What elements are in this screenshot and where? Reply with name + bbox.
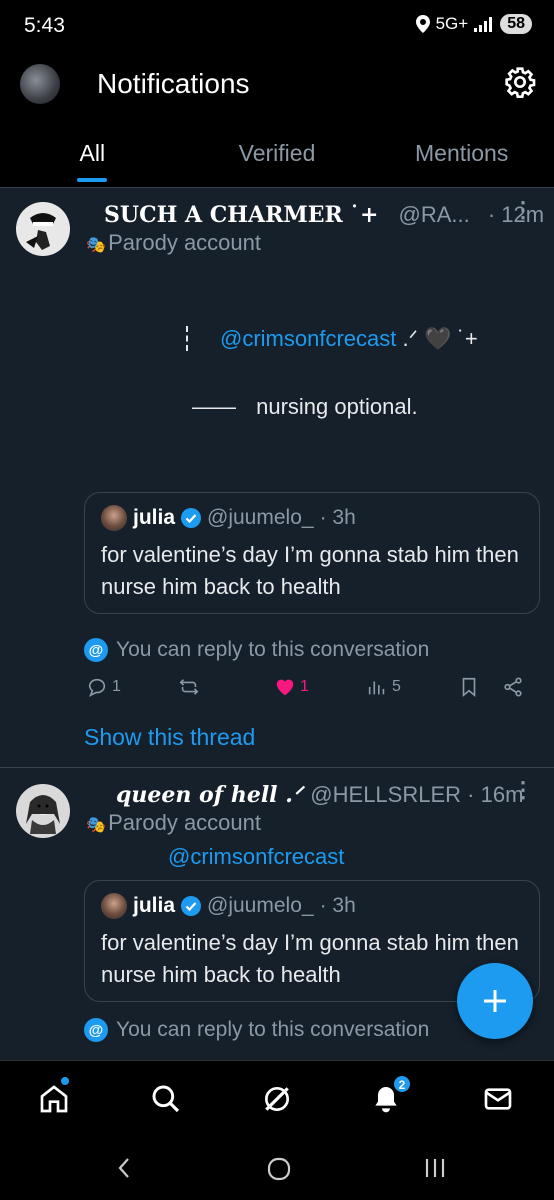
page-title: Notifications: [97, 68, 250, 99]
quoted-post[interactable]: julia @juumelo_ · 3h for valentine’s day…: [84, 492, 540, 614]
repost-icon: [179, 679, 199, 695]
back-icon[interactable]: [116, 1156, 132, 1180]
body-decoration: .ᐟ 🖤 ˙+: [402, 326, 478, 351]
verified-badge-icon: [181, 896, 202, 916]
liked-heart-icon: [276, 679, 294, 696]
views-count: 5: [392, 678, 401, 695]
parody-text: Parody account: [108, 810, 261, 835]
app-nav-bar: 2: [0, 1060, 554, 1136]
mention-at-icon: @: [84, 638, 108, 662]
more-options-icon[interactable]: ⋮: [512, 199, 534, 221]
notification-count-badge: 2: [393, 1075, 411, 1093]
notifications-feed[interactable]: SUCH A CHARMER ˙+ @RA... · 12m ⋮ 🎭 Parod…: [0, 188, 554, 1060]
mention-link[interactable]: @crimsonfcrecast: [220, 326, 396, 351]
parody-text: Parody account: [108, 230, 261, 255]
user-handle: @HELLSRLER: [310, 782, 462, 807]
author-avatar-image: [16, 202, 70, 256]
display-name-suffix: ˙+: [348, 202, 379, 228]
quoted-author-avatar: [101, 505, 127, 531]
network-type: 5G+: [435, 14, 469, 33]
quoted-author-handle: @juumelo_: [207, 506, 314, 529]
quoted-author-avatar: [101, 893, 127, 919]
bookmark-icon: [462, 677, 476, 698]
show-thread-link[interactable]: Show this thread: [84, 724, 255, 751]
quoted-post-time: · 3h: [319, 894, 356, 917]
quoted-post-time: · 3h: [319, 506, 356, 529]
reply-permission-note: @ You can reply to this conversation: [84, 1018, 429, 1042]
author-avatar-image: [16, 784, 70, 838]
battery-level: 58: [507, 15, 525, 32]
post-body: @crimsonfcrecast .ᐟ 🖤 ˙+: [186, 326, 478, 352]
parody-mask-icon: 🎭: [86, 237, 106, 254]
quoted-author-name: julia: [133, 894, 176, 917]
quoted-post-header: julia @juumelo_ · 3h: [101, 893, 356, 919]
reply-count: 1: [112, 678, 121, 695]
notification-tabs: All Verified Mentions: [0, 136, 554, 188]
user-handle: @RA...: [398, 202, 470, 227]
search-icon[interactable]: [150, 1083, 182, 1115]
body-dash: ——: [192, 394, 236, 419]
post-author-avatar[interactable]: [16, 784, 70, 838]
display-name[interactable]: queen of hell .ᐟ: [116, 782, 302, 808]
signal-icon: [474, 17, 493, 32]
repost-button[interactable]: [178, 676, 200, 698]
verified-badge-icon: [181, 508, 202, 528]
like-button[interactable]: 1: [274, 676, 309, 698]
views-button[interactable]: 5: [366, 676, 401, 698]
compose-button[interactable]: [457, 963, 533, 1039]
post-card[interactable]: SUCH A CHARMER ˙+ @RA... · 12m ⋮ 🎭 Parod…: [0, 188, 554, 768]
bookmark-button[interactable]: [458, 676, 480, 698]
share-button[interactable]: [502, 676, 524, 698]
battery-indicator: 58: [500, 14, 532, 34]
system-navigation-bar: [0, 1140, 554, 1200]
body-text: nursing optional.: [256, 394, 418, 419]
views-chart-icon: [368, 681, 385, 695]
recents-icon[interactable]: [424, 1156, 446, 1180]
settings-gear-icon[interactable]: [504, 66, 536, 98]
tab-verified[interactable]: Verified: [185, 136, 370, 188]
plus-icon: [484, 990, 506, 1012]
grok-icon[interactable]: [261, 1083, 293, 1115]
more-options-icon[interactable]: ⋮: [512, 779, 534, 801]
messages-envelope-icon[interactable]: [482, 1083, 514, 1115]
profile-avatar[interactable]: [20, 64, 60, 104]
home-unread-dot: [61, 1077, 69, 1085]
post-actions: 1 1 5: [86, 676, 530, 706]
home-circle-icon[interactable]: [266, 1156, 292, 1182]
quoted-post-text: for valentine’s day I’m gonna stab him t…: [101, 542, 519, 599]
post-author-avatar[interactable]: [16, 202, 70, 256]
reply-permission-note: @ You can reply to this conversation: [84, 638, 429, 662]
quoted-post-header: julia @juumelo_ · 3h: [101, 505, 356, 531]
reply-permission-text: You can reply to this conversation: [116, 638, 430, 661]
status-bar: 5:43 5G+ 58: [0, 0, 554, 52]
quoted-author-handle: @juumelo_: [207, 894, 314, 917]
location-icon: [415, 15, 430, 33]
tab-mentions[interactable]: Mentions: [369, 136, 554, 188]
separator-mark: [186, 326, 220, 351]
post-header: queen of hell .ᐟ @HELLSRLER · 16m: [116, 782, 523, 808]
display-name[interactable]: SUCH A CHARMER: [104, 202, 343, 228]
reply-button[interactable]: 1: [86, 676, 121, 698]
status-time: 5:43: [24, 14, 65, 37]
tab-all[interactable]: All: [0, 136, 185, 188]
app-header: Notifications All Verified Mentions: [0, 52, 554, 188]
like-count: 1: [300, 678, 309, 695]
home-icon[interactable]: [38, 1083, 70, 1115]
parody-label: 🎭 Parody account: [86, 810, 261, 836]
post-body-line2: —— nursing optional.: [192, 394, 418, 420]
mention-link[interactable]: @crimsonfcrecast: [168, 844, 344, 870]
mention-at-icon: @: [84, 1018, 108, 1042]
post-header: SUCH A CHARMER ˙+ @RA... · 12m: [104, 202, 544, 228]
bottom-navigation: 2: [0, 1060, 554, 1200]
parody-label: 🎭 Parody account: [86, 230, 261, 256]
parody-mask-icon: 🎭: [86, 817, 106, 834]
share-icon: [504, 677, 522, 697]
quoted-author-name: julia: [133, 506, 176, 529]
reply-icon: [88, 678, 106, 697]
reply-permission-text: You can reply to this conversation: [116, 1018, 430, 1041]
status-indicators: 5G+ 58: [415, 14, 532, 34]
